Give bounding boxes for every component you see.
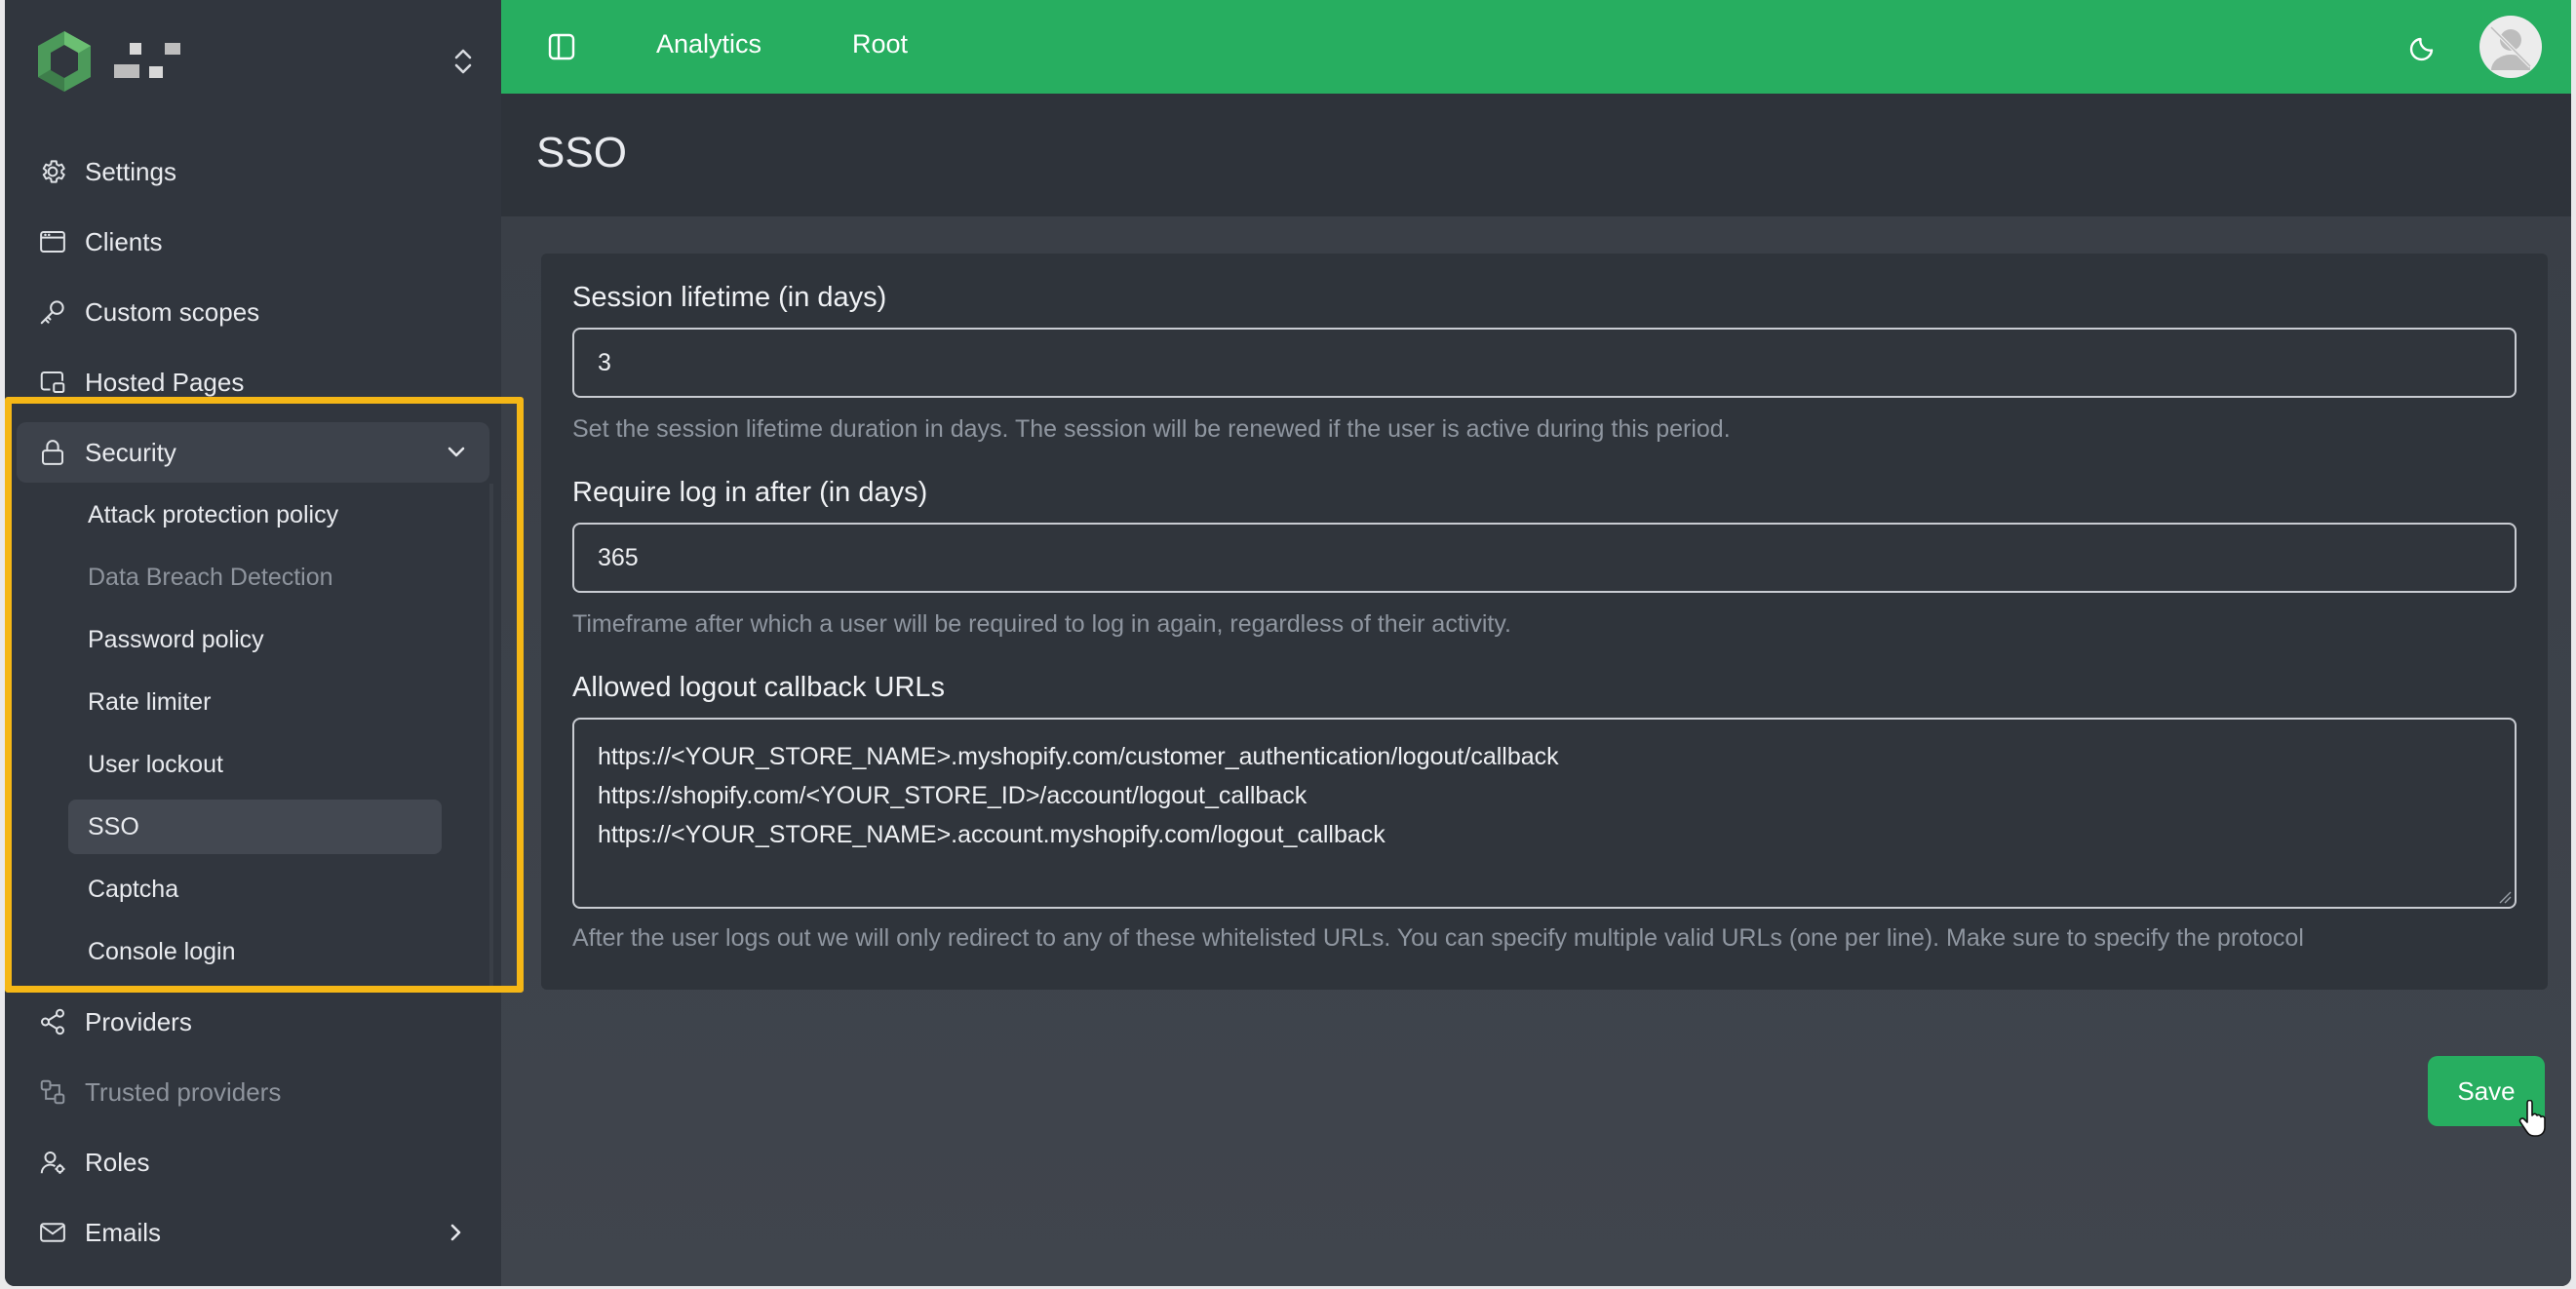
- subitem-label: Data Breach Detection: [88, 563, 333, 591]
- sidebar-toggle-icon[interactable]: [546, 31, 577, 62]
- chevron-down-icon: [448, 447, 465, 457]
- mail-icon: [36, 1216, 69, 1249]
- sidebar-item-label: Trusted providers: [85, 1076, 282, 1107]
- chevron-up-down-icon[interactable]: [449, 47, 478, 76]
- page-title: SSO: [536, 129, 627, 176]
- hand-cursor-icon: [2518, 1100, 2546, 1137]
- subitem-label: Captcha: [88, 875, 179, 903]
- page-header: SSO: [501, 94, 2571, 216]
- submenu-rail: [489, 484, 493, 987]
- sidebar-subitem-password-policy[interactable]: Password policy: [68, 612, 442, 667]
- subitem-label: User lockout: [88, 750, 223, 778]
- logo-icon: [38, 31, 91, 92]
- logout-urls-label: Allowed logout callback URLs: [572, 672, 946, 703]
- nav-link-analytics[interactable]: Analytics: [656, 29, 761, 59]
- session-lifetime-label: Session lifetime (in days): [572, 282, 887, 313]
- sidebar-subitem-user-lockout[interactable]: User lockout: [68, 737, 442, 792]
- top-bar: Analytics Root: [501, 0, 2571, 94]
- sidebar-item-security[interactable]: Security: [17, 422, 489, 483]
- sidebar-item-label: Roles: [85, 1147, 150, 1177]
- sso-settings-card: Session lifetime (in days) 3 Set the ses…: [541, 254, 2548, 990]
- subitem-label: SSO: [88, 812, 139, 840]
- sidebar-subitem-attack-protection-policy[interactable]: Attack protection policy: [68, 488, 442, 542]
- subitem-label: Console login: [88, 937, 236, 965]
- nav-link-root[interactable]: Root: [852, 29, 908, 59]
- session-lifetime-help: Set the session lifetime duration in day…: [572, 415, 1731, 443]
- logout-url-line: https://<YOUR_STORE_NAME>.myshopify.com/…: [598, 743, 1559, 770]
- session-lifetime-value: 3: [598, 348, 611, 376]
- sidebar-item-emails[interactable]: Emails: [17, 1202, 489, 1263]
- brand[interactable]: [32, 29, 490, 98]
- sidebar-subitem-data-breach-detection[interactable]: Data Breach Detection: [68, 550, 442, 605]
- sidebar-item-label: Emails: [85, 1217, 162, 1247]
- sidebar-item-label: Security: [85, 437, 176, 467]
- require-login-help: Timeframe after which a user will be req…: [572, 610, 1511, 638]
- sidebar-subitem-captcha[interactable]: Captcha: [68, 862, 442, 917]
- sidebar: Settings Clients Custom scopes Hosted Pa…: [5, 0, 501, 1286]
- session-lifetime-input[interactable]: 3: [572, 328, 2517, 398]
- sidebar-item-label: Clients: [85, 226, 163, 256]
- require-login-label: Require log in after (in days): [572, 477, 928, 508]
- sidebar-item-trusted-providers[interactable]: Trusted providers: [17, 1062, 489, 1122]
- sidebar-item-settings[interactable]: Settings: [17, 141, 489, 202]
- sidebar-item-providers[interactable]: Providers: [17, 992, 489, 1052]
- sidebar-item-clients[interactable]: Clients: [17, 212, 489, 272]
- sidebar-item-label: Providers: [85, 1006, 192, 1036]
- require-login-value: 365: [598, 543, 639, 571]
- pages-icon: [36, 366, 69, 399]
- resize-handle-icon[interactable]: [2498, 890, 2512, 904]
- user-roles-icon: [36, 1146, 69, 1179]
- require-login-input[interactable]: 365: [572, 523, 2517, 593]
- share-icon: [36, 1005, 69, 1038]
- logout-urls-textarea[interactable]: https://<YOUR_STORE_NAME>.myshopify.com/…: [572, 718, 2517, 909]
- logout-urls-help: After the user logs out we will only red…: [572, 924, 2304, 952]
- sidebar-item-label: Custom scopes: [85, 296, 260, 327]
- logout-url-line: https://<YOUR_STORE_NAME>.account.myshop…: [598, 821, 1386, 848]
- browser-window-icon: [36, 225, 69, 258]
- link-nodes-icon: [36, 1075, 69, 1109]
- subitem-label: Rate limiter: [88, 687, 212, 716]
- sidebar-item-custom-scopes[interactable]: Custom scopes: [17, 282, 489, 342]
- sidebar-subitem-sso[interactable]: SSO: [68, 800, 442, 854]
- sidebar-item-hosted-pages[interactable]: Hosted Pages: [17, 352, 489, 412]
- key-icon: [36, 295, 69, 329]
- sidebar-subitem-rate-limiter[interactable]: Rate limiter: [68, 675, 442, 729]
- subitem-label: Password policy: [88, 625, 264, 653]
- user-avatar-icon: [2489, 25, 2532, 70]
- subitem-label: Attack protection policy: [88, 500, 339, 528]
- sidebar-subitem-console-login[interactable]: Console login: [68, 924, 442, 979]
- sidebar-item-roles[interactable]: Roles: [17, 1132, 489, 1192]
- lock-icon: [36, 436, 69, 469]
- sidebar-item-label: Hosted Pages: [85, 367, 245, 397]
- chevron-right-icon: [450, 1224, 461, 1241]
- sidebar-item-label: Settings: [85, 156, 176, 186]
- brand-name-redacted: [114, 43, 221, 90]
- logout-url-line: https://shopify.com/<YOUR_STORE_ID>/acco…: [598, 782, 1308, 809]
- app-window: Settings Clients Custom scopes Hosted Pa…: [5, 0, 2571, 1286]
- avatar[interactable]: [2479, 16, 2542, 78]
- gear-icon: [36, 155, 69, 188]
- moon-icon[interactable]: [2406, 29, 2441, 64]
